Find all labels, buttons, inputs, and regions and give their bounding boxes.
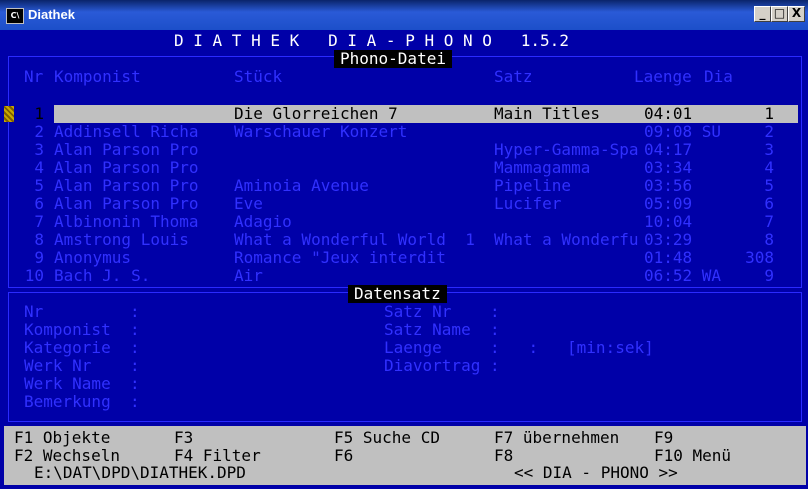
cell-laenge: 03:56 <box>644 176 693 195</box>
cell-laenge: 10:04 <box>644 212 693 231</box>
cell-stueck: Warschauer Konzert <box>234 122 408 141</box>
datensatz-panel-label: Datensatz <box>348 285 447 303</box>
column-header-laenge[interactable]: Laenge <box>634 68 692 86</box>
mode-indicator: << DIA - PHONO >> <box>514 463 678 482</box>
cell-dia: 8 <box>764 230 774 249</box>
f6-key[interactable]: F6 <box>334 447 353 465</box>
cell-komponist: Anonymus <box>54 248 132 267</box>
field-laenge[interactable]: Laenge : : [min:sek] <box>384 339 654 357</box>
application-window: C\ Diathek _ □ X D I A T H E K D I A - P… <box>0 0 808 489</box>
console-screen: D I A T H E K D I A - P H O N O 1.5.2 Ph… <box>4 30 806 485</box>
field-komponist[interactable]: Komponist : <box>24 321 140 339</box>
selection-marker <box>4 106 14 122</box>
cell-satz: Lucifer <box>494 194 562 213</box>
cell-nr: 10 <box>24 266 44 285</box>
cell-stueck: Adagio <box>234 212 292 231</box>
f7-key[interactable]: F7 übernehmen <box>494 429 619 447</box>
cell-laenge: 09:08 SU <box>644 122 722 141</box>
f8-key[interactable]: F8 <box>494 447 513 465</box>
title-bar[interactable]: C\ Diathek _ □ X <box>0 0 808 30</box>
cell-komponist: Amstrong Louis <box>54 230 189 249</box>
cell-laenge: 06:52 WA <box>644 266 722 285</box>
cell-stueck: Aminoia Avenue <box>234 176 369 195</box>
cell-nr: 8 <box>34 230 44 249</box>
cell-komponist: Alan Parson Pro <box>54 158 199 177</box>
cell-dia: 9 <box>764 266 774 285</box>
cell-nr: 3 <box>34 140 44 159</box>
field-satz-name[interactable]: Satz Name : <box>384 321 500 339</box>
cell-nr: 1 <box>34 104 44 123</box>
field-bemerkung[interactable]: Bemerkung : <box>24 393 140 411</box>
cell-komponist: Alan Parson Pro <box>54 194 199 213</box>
cell-nr: 4 <box>34 158 44 177</box>
cell-stueck: Die Glorreichen 7 <box>234 104 398 123</box>
field-nr[interactable]: Nr : <box>24 303 140 321</box>
column-header-stueck[interactable]: Stück <box>234 68 282 86</box>
cell-dia: 6 <box>764 194 774 213</box>
close-button[interactable]: X <box>788 6 805 22</box>
cell-dia: 3 <box>764 140 774 159</box>
column-header-dia[interactable]: Dia <box>704 68 733 86</box>
f9-key[interactable]: F9 <box>654 429 673 447</box>
maximize-button[interactable]: □ <box>771 6 788 22</box>
cell-satz: What a Wonderfu <box>494 230 639 249</box>
cell-komponist: Addinsell Richa <box>54 122 199 141</box>
cell-dia: 7 <box>764 212 774 231</box>
app-title: D I A T H E K D I A - P H O N O 1.5.2 <box>174 31 569 50</box>
cell-stueck: Eve <box>234 194 263 213</box>
cell-satz: Hyper-Gamma-Spa <box>494 140 639 159</box>
cell-komponist: Alan Parson Pro <box>54 140 199 159</box>
cell-laenge: 03:34 <box>644 158 693 177</box>
cell-satz: Pipeline <box>494 176 572 195</box>
cell-satz: Main Titles <box>494 104 600 123</box>
phono-panel-label: Phono-Datei <box>334 50 452 68</box>
cell-dia: 1 <box>764 104 774 123</box>
cell-stueck: Air <box>234 266 263 285</box>
cell-dia: 2 <box>764 122 774 141</box>
window-title: Diathek <box>28 7 75 22</box>
cell-laenge: 01:48 <box>644 248 693 267</box>
f3-key[interactable]: F3 <box>174 429 193 447</box>
cell-nr: 9 <box>34 248 44 267</box>
cell-komponist: Bach J. S. <box>54 266 151 285</box>
column-header-satz[interactable]: Satz <box>494 68 533 86</box>
file-path: E:\DAT\DPD\DIATHEK.DPD <box>34 463 246 482</box>
f1-key[interactable]: F1 Objekte <box>14 429 110 447</box>
cell-dia: 5 <box>764 176 774 195</box>
cell-dia: 4 <box>764 158 774 177</box>
cell-laenge: 03:29 <box>644 230 693 249</box>
cell-nr: 5 <box>34 176 44 195</box>
cell-komponist: Alan Parson Pro <box>54 176 199 195</box>
field-werk-name[interactable]: Werk Name : <box>24 375 140 393</box>
f5-key[interactable]: F5 Suche CD <box>334 429 440 447</box>
console-icon[interactable]: C\ <box>6 8 24 24</box>
cell-stueck: Romance "Jeux interdit <box>234 248 446 267</box>
field-kategorie[interactable]: Kategorie : <box>24 339 140 357</box>
cell-komponist: Albinonin Thoma <box>54 212 199 231</box>
minimize-button[interactable]: _ <box>754 6 771 22</box>
field-satz-nr[interactable]: Satz Nr : <box>384 303 500 321</box>
cell-satz: Mammagamma <box>494 158 591 177</box>
cell-stueck: What a Wonderful World 1 <box>234 230 475 249</box>
cell-nr: 2 <box>34 122 44 141</box>
cell-dia: 308 <box>745 248 774 267</box>
cell-laenge: 04:01 <box>644 104 693 123</box>
field-diavortrag[interactable]: Diavortrag : <box>384 357 500 375</box>
field-werk-nr[interactable]: Werk Nr : <box>24 357 140 375</box>
function-key-bar: F1 Objekte F3 F5 Suche CD F7 übernehmen … <box>4 426 806 485</box>
column-header-nr[interactable]: Nr <box>24 68 43 86</box>
cell-laenge: 04:17 <box>644 140 693 159</box>
cell-nr: 6 <box>34 194 44 213</box>
cell-laenge: 05:09 <box>644 194 693 213</box>
column-header-komponist[interactable]: Komponist <box>54 68 141 86</box>
cell-nr: 7 <box>34 212 44 231</box>
